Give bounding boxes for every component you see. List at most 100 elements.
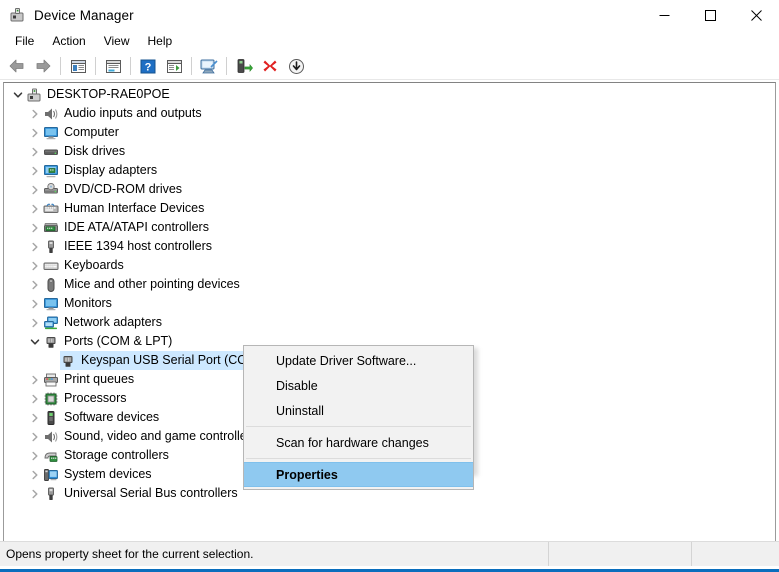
chevron-right-icon[interactable] <box>27 408 43 427</box>
scan-for-hardware-changes-icon[interactable] <box>197 55 221 77</box>
tree-node-content: Display adapters <box>43 161 161 180</box>
tree-node-label: IDE ATA/ATAPI controllers <box>64 218 209 237</box>
optical-drive-icon <box>43 182 59 198</box>
back-icon[interactable] <box>5 55 29 77</box>
software-device-icon <box>43 410 59 426</box>
context-menu-item[interactable]: Properties <box>244 462 473 487</box>
tree-node-label: Keyboards <box>64 256 124 275</box>
menu-help[interactable]: Help <box>139 31 182 52</box>
tree-node[interactable]: DVD/CD-ROM drives <box>4 180 775 199</box>
tree-node-label: Print queues <box>64 370 134 389</box>
tree-node-label: IEEE 1394 host controllers <box>64 237 212 256</box>
menu-file[interactable]: File <box>6 31 43 52</box>
tree-node-content: Disk drives <box>43 142 129 161</box>
show-hide-console-tree-icon[interactable] <box>66 55 90 77</box>
storage-controller-icon <box>43 448 59 464</box>
tree-node-label: Disk drives <box>64 142 125 161</box>
tree-node-label: DVD/CD-ROM drives <box>64 180 182 199</box>
show-hide-action-pane-icon[interactable] <box>162 55 186 77</box>
maximize-button[interactable] <box>687 0 733 30</box>
tree-node-label: Network adapters <box>64 313 162 332</box>
tree-node-label: Processors <box>64 389 127 408</box>
chevron-right-icon[interactable] <box>27 218 43 237</box>
context-menu-item[interactable]: Disable <box>244 373 473 398</box>
properties-icon[interactable] <box>101 55 125 77</box>
chevron-down-icon[interactable] <box>10 85 26 104</box>
tree-node[interactable]: Display adapters <box>4 161 775 180</box>
tree-node-content: Ports (COM & LPT) <box>43 332 176 351</box>
tree-node-label: Ports (COM & LPT) <box>64 332 172 351</box>
port-icon <box>60 353 76 369</box>
tree-node-content: Processors <box>43 389 131 408</box>
tree-node-label: Sound, video and game controllers <box>64 427 257 446</box>
chevron-right-icon[interactable] <box>27 313 43 332</box>
help-icon[interactable]: ? <box>136 55 160 77</box>
tree-node[interactable]: Monitors <box>4 294 775 313</box>
tree-node-content: Sound, video and game controllers <box>43 427 261 446</box>
status-pane-2 <box>549 542 692 566</box>
chevron-right-icon[interactable] <box>27 142 43 161</box>
forward-icon[interactable] <box>31 55 55 77</box>
chevron-right-icon[interactable] <box>27 370 43 389</box>
close-button[interactable] <box>733 0 779 30</box>
title-bar: Device Manager <box>0 0 779 30</box>
chevron-right-icon[interactable] <box>27 484 43 503</box>
tree-node[interactable]: Disk drives <box>4 142 775 161</box>
context-menu-item[interactable]: Uninstall <box>244 398 473 423</box>
tree-node-label: Computer <box>64 123 119 142</box>
chevron-right-icon[interactable] <box>27 256 43 275</box>
hid-icon <box>43 201 59 217</box>
chevron-right-icon[interactable] <box>27 161 43 180</box>
tree-node-content: Print queues <box>43 370 138 389</box>
chevron-down-icon[interactable] <box>27 332 43 351</box>
context-menu-item[interactable]: Update Driver Software... <box>244 348 473 373</box>
chevron-right-icon[interactable] <box>27 275 43 294</box>
menu-bar: File Action View Help <box>0 30 779 53</box>
chevron-right-icon[interactable] <box>27 446 43 465</box>
chevron-right-icon[interactable] <box>27 389 43 408</box>
tree-node[interactable]: Human Interface Devices <box>4 199 775 218</box>
chevron-right-icon[interactable] <box>27 294 43 313</box>
tree-node-label: Display adapters <box>64 161 157 180</box>
tree-node-content: Mice and other pointing devices <box>43 275 244 294</box>
toolbar-separator <box>60 57 61 75</box>
tree-node-label: Monitors <box>64 294 112 313</box>
tree-node[interactable]: DESKTOP-RAE0POE <box>4 85 775 104</box>
chevron-right-icon[interactable] <box>27 465 43 484</box>
tree-node[interactable]: Computer <box>4 123 775 142</box>
uninstall-device-icon[interactable] <box>258 55 282 77</box>
tree-node-content: Audio inputs and outputs <box>43 104 206 123</box>
chevron-right-icon[interactable] <box>27 180 43 199</box>
context-menu-separator <box>246 458 471 459</box>
device-manager-icon <box>9 7 25 23</box>
context-menu-item[interactable]: Scan for hardware changes <box>244 430 473 455</box>
minimize-button[interactable] <box>641 0 687 30</box>
mouse-icon <box>43 277 59 293</box>
processor-icon <box>43 391 59 407</box>
disable-device-icon[interactable] <box>284 55 308 77</box>
tree-node-content: Human Interface Devices <box>43 199 208 218</box>
context-menu[interactable]: Update Driver Software...DisableUninstal… <box>243 345 474 490</box>
update-driver-icon[interactable] <box>232 55 256 77</box>
chevron-right-icon[interactable] <box>27 123 43 142</box>
tree-node[interactable]: Mice and other pointing devices <box>4 275 775 294</box>
chevron-right-icon[interactable] <box>27 237 43 256</box>
printer-icon <box>43 372 59 388</box>
chevron-right-icon[interactable] <box>27 104 43 123</box>
tree-node[interactable]: Keyboards <box>4 256 775 275</box>
tree-node-content: System devices <box>43 465 156 484</box>
chevron-right-icon[interactable] <box>27 427 43 446</box>
tree-node[interactable]: IEEE 1394 host controllers <box>4 237 775 256</box>
toolbar-separator <box>95 57 96 75</box>
chevron-right-icon[interactable] <box>27 199 43 218</box>
menu-action[interactable]: Action <box>43 31 94 52</box>
status-bar: Opens property sheet for the current sel… <box>0 541 779 566</box>
window-title: Device Manager <box>34 8 134 23</box>
tree-node[interactable]: IDE ATA/ATAPI controllers <box>4 218 775 237</box>
tree-node[interactable]: Network adapters <box>4 313 775 332</box>
tree-node-content: Keyspan USB Serial Port (COM3) <box>60 351 273 370</box>
tree-node-content: Monitors <box>43 294 116 313</box>
tree-node-content: Network adapters <box>43 313 166 332</box>
tree-node[interactable]: Audio inputs and outputs <box>4 104 775 123</box>
menu-view[interactable]: View <box>95 31 139 52</box>
